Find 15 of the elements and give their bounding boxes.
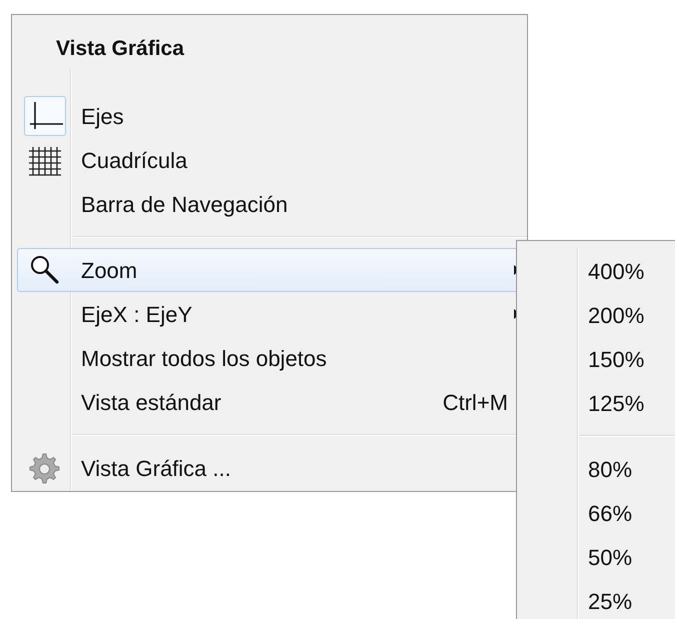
menu-item[interactable]: 25% (522, 579, 675, 619)
menu-item[interactable]: 125% (522, 381, 675, 425)
menu-item[interactable]: Ejes (17, 94, 523, 138)
menu-item[interactable]: 400% (522, 249, 675, 293)
menu-item[interactable]: 200% (522, 293, 675, 337)
shortcut-text: Ctrl+M (442, 388, 509, 416)
menu-item[interactable]: 150% (522, 337, 675, 381)
menu-item[interactable]: 66% (522, 491, 675, 535)
menu-item[interactable]: 50% (522, 535, 675, 579)
menu-item[interactable]: Cuadrícula (17, 138, 523, 182)
menu-item[interactable]: 80% (522, 447, 675, 491)
menu-item[interactable]: Barra de Navegación (17, 182, 523, 226)
gear-icon (26, 451, 62, 485)
menu-title: Vista Gráfica (55, 36, 186, 62)
menu-item[interactable]: Vista Gráfica ... (17, 446, 523, 490)
